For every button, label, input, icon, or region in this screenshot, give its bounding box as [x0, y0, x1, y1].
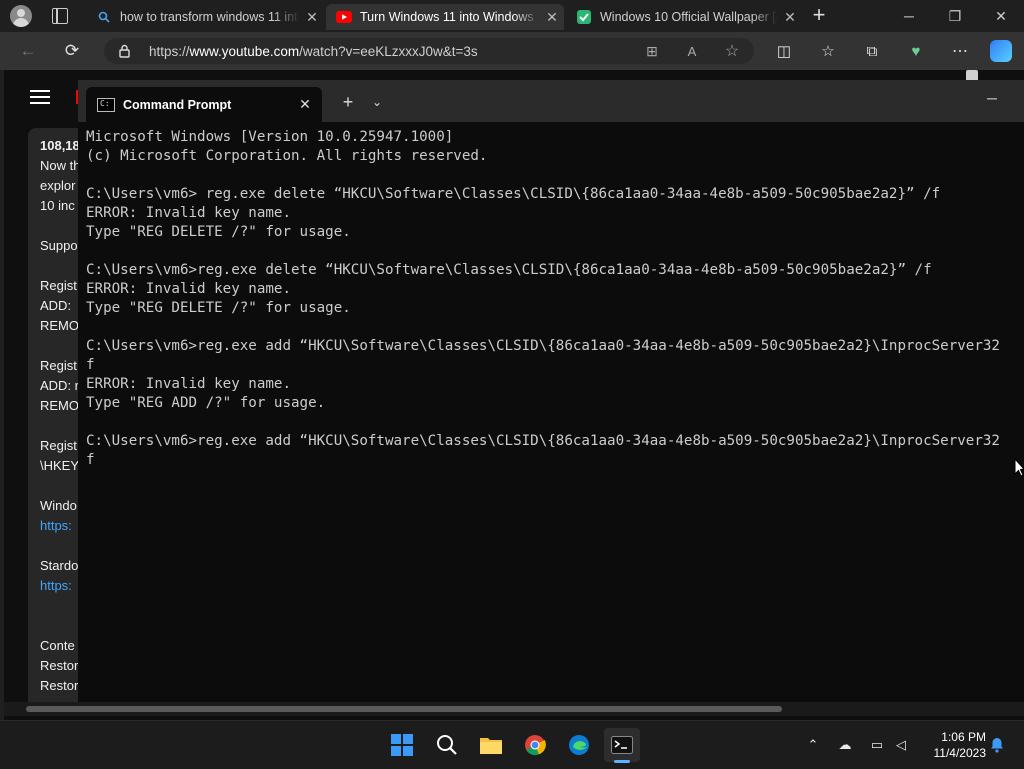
- horizontal-scrollbar-thumb[interactable]: [26, 706, 782, 712]
- terminal-line: f: [86, 452, 95, 468]
- description-line: ADD: r: [40, 378, 79, 393]
- browser-essentials-icon[interactable]: ♥: [904, 40, 928, 62]
- description-line: Regist: [40, 278, 77, 293]
- read-aloud-icon[interactable]: A: [680, 40, 704, 62]
- edge-icon[interactable]: [561, 728, 597, 762]
- terminal-line: (c) Microsoft Corporation. All rights re…: [86, 148, 488, 164]
- description-line: explor: [40, 178, 76, 193]
- tab-youtube[interactable]: Turn Windows 11 into Windows 10 ✕: [326, 4, 564, 30]
- file-explorer-icon[interactable]: [473, 728, 509, 762]
- description-line: Regist: [40, 358, 77, 373]
- restore-button[interactable]: ❐: [932, 0, 978, 32]
- terminal-line: ERROR: Invalid key name.: [86, 205, 291, 221]
- description-link[interactable]: https:: [40, 578, 72, 593]
- terminal-minimize-button[interactable]: ─: [978, 90, 1006, 110]
- terminal-output[interactable]: Microsoft Windows [Version 10.0.25947.10…: [86, 128, 1024, 698]
- terminal-line: Type "REG DELETE /?" for usage.: [86, 300, 351, 316]
- terminal-line: ERROR: Invalid key name.: [86, 281, 291, 297]
- terminal-line: Type "REG ADD /?" for usage.: [86, 395, 326, 411]
- new-terminal-tab-button[interactable]: +: [338, 92, 358, 112]
- close-tab-icon[interactable]: ✕: [540, 9, 564, 26]
- tab-title: how to transform windows 11 into: [120, 10, 300, 24]
- volume-muted-icon[interactable]: ◁: [890, 734, 912, 756]
- chevron-up-icon[interactable]: ⌃: [802, 734, 824, 756]
- terminal-line: C:\Users\vm6>reg.exe add “HKCU\Software\…: [86, 338, 1000, 354]
- profile-avatar[interactable]: [10, 5, 32, 27]
- close-tab-icon[interactable]: ✕: [288, 96, 322, 113]
- notification-bell-icon[interactable]: [986, 734, 1008, 756]
- onedrive-icon[interactable]: ☁: [834, 734, 856, 756]
- network-icon[interactable]: ▭: [866, 734, 888, 756]
- search-icon: [96, 9, 112, 25]
- close-tab-icon[interactable]: ✕: [300, 9, 324, 26]
- description-line: ADD:: [40, 298, 72, 313]
- app-available-icon[interactable]: ⊞: [640, 40, 664, 62]
- description-line: \HKEY: [40, 458, 80, 473]
- description-line: Regist: [40, 438, 77, 453]
- chrome-icon[interactable]: [517, 728, 553, 762]
- more-menu-icon[interactable]: ⋯: [948, 40, 972, 62]
- site-icon: [576, 9, 592, 25]
- description-line: Stardo: [40, 558, 79, 573]
- tab-title: Windows 10 Official Wallpaper [4K: [600, 10, 778, 24]
- description-line: Restor: [40, 678, 79, 693]
- description-line: Conte: [40, 638, 75, 653]
- description-line: 108,18: [40, 138, 80, 153]
- tab-actions-icon[interactable]: [52, 8, 68, 24]
- terminal-line: Type "REG DELETE /?" for usage.: [86, 224, 351, 240]
- mouse-cursor-icon: [1014, 457, 1024, 478]
- lock-icon: [119, 44, 130, 58]
- description-line: Restor: [40, 658, 79, 673]
- terminal-line: Microsoft Windows [Version 10.0.25947.10…: [86, 129, 454, 145]
- description-link[interactable]: https:: [40, 518, 72, 533]
- url-path: /watch?v=eeKLzxxxJ0w&t=3s: [299, 43, 478, 59]
- favorites-icon[interactable]: ☆: [816, 40, 840, 62]
- description-line: REMO: [40, 318, 79, 333]
- menu-icon[interactable]: [30, 90, 50, 104]
- description-line: Suppo: [40, 238, 78, 253]
- url-domain: www.youtube.com: [189, 43, 300, 59]
- terminal-line: C:\Users\vm6>reg.exe delete “HKCU\Softwa…: [86, 262, 932, 278]
- description-line: Now th: [40, 158, 81, 173]
- description-line: Windo: [40, 498, 77, 513]
- split-screen-icon[interactable]: ◫: [772, 40, 796, 62]
- clock[interactable]: 1:06 PM 11/4/2023: [918, 729, 987, 761]
- clock-date: 11/4/2023: [933, 746, 987, 760]
- terminal-line: C:\Users\vm6> reg.exe delete “HKCU\Softw…: [86, 186, 941, 202]
- terminal-icon[interactable]: [604, 728, 640, 762]
- close-tab-icon[interactable]: ✕: [778, 9, 802, 26]
- back-icon[interactable]: ←: [16, 40, 40, 62]
- close-window-button[interactable]: ✕: [978, 0, 1024, 32]
- tab-wallpaper[interactable]: Windows 10 Official Wallpaper [4K ✕: [566, 4, 802, 30]
- terminal-line: f: [86, 357, 95, 373]
- terminal-tab-title: Command Prompt: [123, 97, 232, 112]
- chevron-down-icon[interactable]: ⌄: [368, 92, 386, 112]
- clock-time: 1:06 PM: [941, 730, 986, 744]
- refresh-icon[interactable]: ⟳: [60, 40, 84, 62]
- tab-title: Turn Windows 11 into Windows 10: [360, 10, 540, 24]
- active-app-indicator: [614, 760, 630, 763]
- new-tab-button[interactable]: +: [808, 4, 830, 28]
- terminal-line: C:\Users\vm6>reg.exe add “HKCU\Software\…: [86, 433, 1000, 449]
- tab-search[interactable]: how to transform windows 11 into ✕: [86, 4, 324, 30]
- description-line: REMO: [40, 398, 79, 413]
- collections-icon[interactable]: ⧉: [860, 40, 884, 62]
- copilot-icon[interactable]: [990, 40, 1012, 62]
- minimize-button[interactable]: ─: [886, 0, 932, 32]
- favorite-star-icon[interactable]: ☆: [720, 40, 744, 62]
- youtube-icon: [336, 9, 352, 25]
- description-line: 10 inc: [40, 198, 75, 213]
- terminal-tab[interactable]: C: Command Prompt ✕: [86, 87, 322, 122]
- command-prompt-icon: C:: [97, 97, 115, 112]
- terminal-line: ERROR: Invalid key name.: [86, 376, 291, 392]
- search-icon[interactable]: [429, 728, 465, 762]
- url-prefix: https://: [149, 43, 190, 59]
- start-windows-icon[interactable]: [384, 728, 420, 762]
